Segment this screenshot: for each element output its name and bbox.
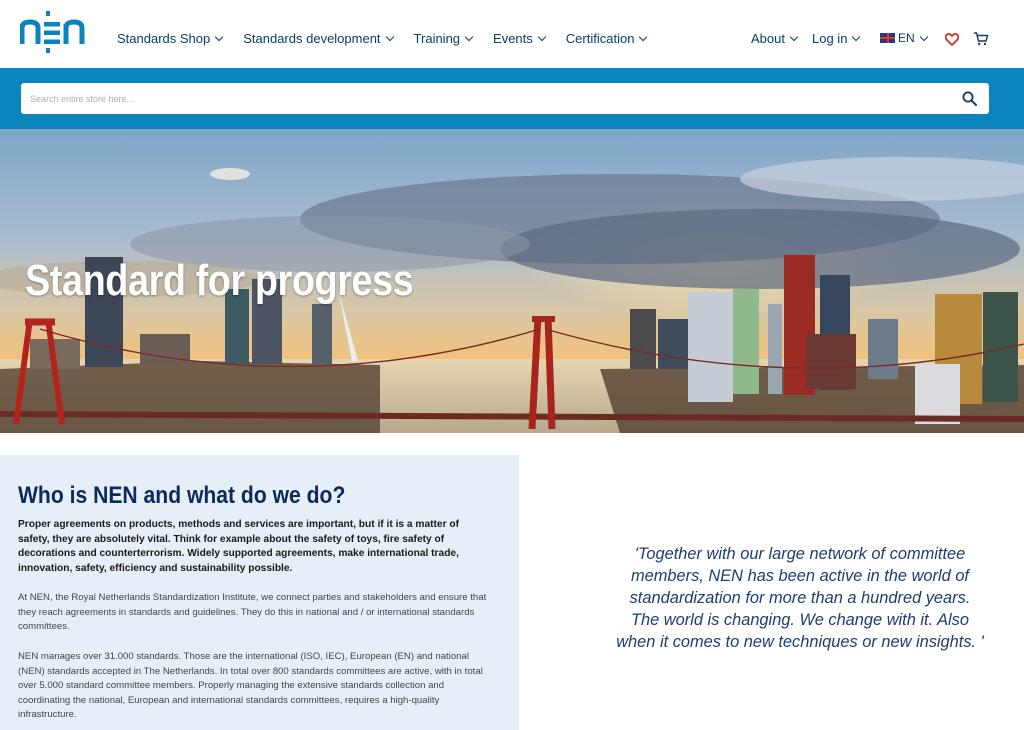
section-title: Who is NEN and what do we do? <box>18 482 346 509</box>
nav-label: Certification <box>565 31 635 46</box>
chevron-down-icon <box>464 32 474 42</box>
body-paragraph: NEN manages over 31.000 standards. Those… <box>18 651 483 721</box>
about-nen-panel: Who is NEN and what do we do? Proper agr… <box>0 455 519 730</box>
search-band <box>0 68 1024 129</box>
search-box <box>21 83 989 114</box>
uk-flag-icon <box>880 33 895 43</box>
nav-standards-development[interactable]: Standards development <box>243 31 394 46</box>
hero-banner: Standard for progress <box>0 129 1024 433</box>
chevron-down-icon <box>537 32 547 42</box>
nav-about[interactable]: About <box>751 31 799 46</box>
chevron-down-icon <box>385 32 394 42</box>
nav-certification[interactable]: Certification <box>565 31 648 46</box>
nav-label: Training <box>413 31 461 46</box>
heart-icon[interactable] <box>945 33 959 46</box>
chevron-down-icon <box>789 32 799 42</box>
chevron-down-icon <box>214 32 224 42</box>
quote-text: 'Together with our large network of comm… <box>616 545 984 651</box>
cart-icon[interactable] <box>973 32 989 46</box>
chevron-down-icon <box>852 32 861 42</box>
body-paragraph: At NEN, the Royal Netherlands Standardiz… <box>18 592 487 633</box>
site-header: Standards Shop Standards development Tra… <box>0 0 1024 68</box>
language-label: EN <box>898 31 915 45</box>
chevron-down-icon <box>639 32 648 42</box>
lead-paragraph: Proper agreements on products, methods a… <box>18 519 459 574</box>
search-input[interactable] <box>30 83 930 114</box>
nav-label: Standards Shop <box>117 31 211 46</box>
nav-training[interactable]: Training <box>413 31 474 46</box>
hero-title: Standard for progress <box>25 256 414 305</box>
nav-events[interactable]: Events <box>493 31 547 46</box>
nen-logo[interactable] <box>20 10 92 54</box>
nav-label: Events <box>493 31 533 46</box>
language-selector[interactable]: EN <box>880 31 928 45</box>
nav-login[interactable]: Log in <box>812 31 861 46</box>
nav-standards-shop[interactable]: Standards Shop <box>117 31 224 46</box>
nav-about-label: About <box>751 31 785 46</box>
nav-login-label: Log in <box>812 31 848 46</box>
chevron-down-icon <box>919 32 928 41</box>
nav-label: Standards development <box>243 31 381 46</box>
search-icon[interactable] <box>962 91 977 106</box>
main-nav: Standards Shop Standards development Tra… <box>117 31 667 46</box>
